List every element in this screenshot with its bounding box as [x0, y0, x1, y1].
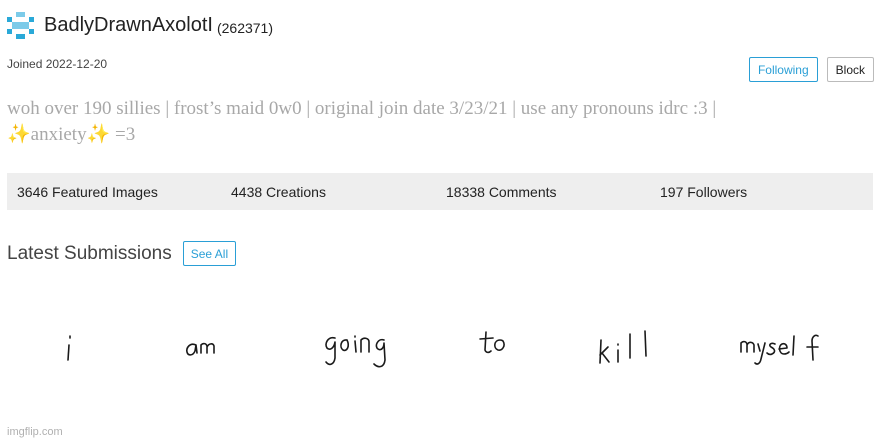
- pixel-avatar-icon: [7, 12, 34, 39]
- handwritten-word: [67, 335, 71, 361]
- profile-actions: Following Block: [748, 57, 874, 82]
- followers-count[interactable]: 197 Followers: [660, 184, 747, 200]
- block-button[interactable]: Block: [826, 57, 874, 82]
- creations-count[interactable]: 4438 Creations: [231, 184, 326, 200]
- handwritten-word: [740, 334, 819, 365]
- stats-bar: 3646 Featured Images 4438 Creations 1833…: [7, 173, 873, 210]
- joined-date: Joined 2022-12-20: [7, 57, 108, 71]
- bio-line: woh over 190 sillies | frost’s maid 0w0 …: [7, 98, 717, 119]
- profile-bio: woh over 190 sillies | frost’s maid 0w0 …: [7, 96, 787, 148]
- section-title: Latest Submissions: [7, 242, 172, 264]
- username: BadlyDrawnAxolotI: [44, 14, 213, 36]
- following-button[interactable]: Following: [748, 57, 818, 82]
- comments-count[interactable]: 18338 Comments: [446, 184, 557, 200]
- handwritten-words: [67, 330, 819, 368]
- latest-submissions-header: Latest Submissions See All: [7, 241, 237, 266]
- user-id: (262371): [216, 19, 274, 36]
- featured-images-count: 3646 Featured Images: [17, 184, 158, 200]
- profile-header: BadlyDrawnAxolotI (262371): [7, 12, 273, 39]
- handwritten-word: [479, 331, 505, 354]
- handwritten-word: [325, 335, 386, 368]
- watermark: imgflip.com: [7, 426, 63, 438]
- handwritten-word: [599, 330, 647, 364]
- submission-image[interactable]: [0, 300, 879, 400]
- bio-line: ✨anxiety✨ =3: [7, 124, 136, 145]
- handwritten-word: [186, 342, 215, 356]
- see-all-button[interactable]: See All: [182, 241, 237, 266]
